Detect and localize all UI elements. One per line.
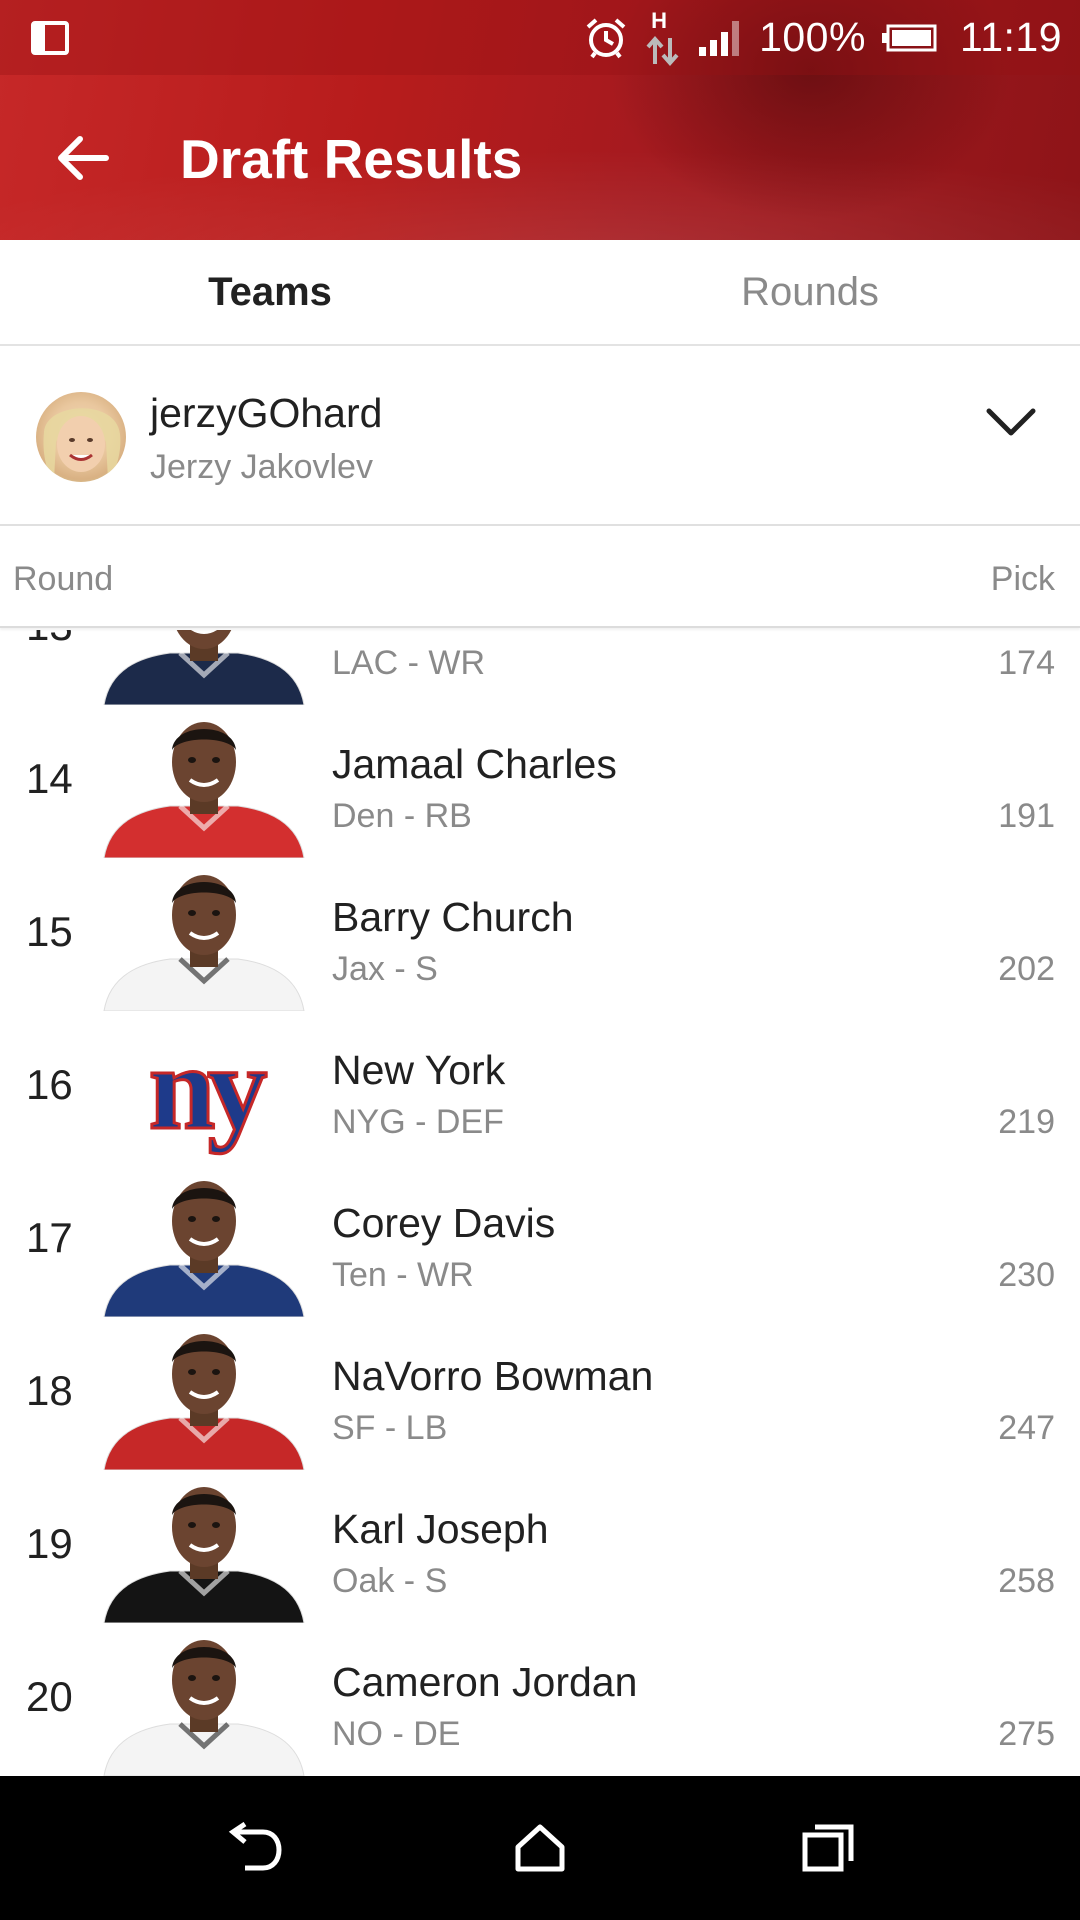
player-photo [100,863,308,1011]
player-photo [100,1628,308,1776]
player-name: Corey Davis [332,1200,556,1246]
column-round-label: Round [13,560,114,598]
nav-home-button[interactable] [505,1813,575,1883]
round-number: 13 [26,630,73,650]
list-item[interactable]: 19 Karl Joseph Oak - S 258 [0,1470,1080,1623]
pick-number: 230 [998,1256,1055,1294]
nav-back-button[interactable] [218,1813,288,1883]
player-photo [100,630,308,705]
team-username: jerzyGOhard [150,390,383,436]
chevron-down-icon[interactable] [985,405,1037,439]
list-item[interactable]: 17 Corey Davis Ten - WR 230 [0,1164,1080,1317]
clock: 11:19 [959,14,1062,60]
player-team-position: NYG - DEF [332,1103,504,1141]
round-number: 20 [26,1673,73,1720]
player-team-position: Den - RB [332,797,472,835]
list-item[interactable]: 14 Jamaal Charles Den - RB 191 [0,705,1080,858]
round-number: 17 [26,1214,73,1261]
player-name: Karl Joseph [332,1506,549,1552]
pick-number: 219 [998,1103,1055,1141]
round-number: 19 [26,1520,73,1567]
player-team-position: Ten - WR [332,1256,474,1294]
data-arrows-icon [646,35,679,66]
nav-recents-button[interactable] [793,1813,863,1883]
round-number: 18 [26,1367,73,1414]
list-item[interactable]: 20 Cameron Jordan NO - DE 275 [0,1623,1080,1776]
player-photo [100,1475,308,1623]
app-bar: Draft Results [0,75,1080,240]
player-name: Cameron Jordan [332,1659,638,1705]
tab-bar: Teams Rounds [0,240,1080,346]
pick-number: 258 [998,1562,1055,1600]
nav-home-icon [515,1824,565,1872]
round-number: 16 [26,1061,73,1108]
navigation-bar [0,1776,1080,1920]
avatar [36,392,126,482]
pick-number: 247 [998,1409,1055,1447]
round-number: 14 [26,755,73,802]
team-logo: ny [100,1016,308,1164]
tab-teams[interactable]: Teams [0,240,540,344]
network-indicator: H [643,8,683,68]
pick-number: 275 [998,1715,1055,1753]
page-title: Draft Results [180,128,523,190]
network-type: H [651,7,667,33]
round-number: 15 [26,908,73,955]
header: H 100% 11:19 Draft Results [0,0,1080,240]
screen-mirror-icon [31,21,69,55]
list-item[interactable]: 18 NaVorro Bowman SF - LB 247 [0,1317,1080,1470]
battery-percent: 100% [759,14,866,60]
battery-icon [881,24,937,51]
pick-number: 202 [998,950,1055,988]
list-item[interactable]: 15 Barry Church Jax - S 202 [0,858,1080,1011]
team-selector[interactable]: jerzyGOhard Jerzy Jakovlev [0,348,1080,526]
player-photo [100,1322,308,1470]
player-photo [100,1169,308,1317]
column-pick-label: Pick [990,560,1055,598]
player-team-position: NO - DE [332,1715,461,1753]
player-name: NaVorro Bowman [332,1353,654,1399]
player-photo [100,710,308,858]
player-name: Barry Church [332,894,574,940]
player-team-position: LAC - WR [332,644,485,682]
arrow-left-icon [58,136,109,180]
player-team-position: SF - LB [332,1409,448,1447]
player-team-position: Oak - S [332,1562,448,1600]
draft-pick-list[interactable]: 13LAC - WR17414Jamaal CharlesDen - RB191… [0,630,1080,1776]
avatar-face-icon [43,408,121,480]
list-item[interactable]: 16 ny New York NYG - DEF 219 [0,1011,1080,1164]
player-name: New York [332,1047,506,1093]
pick-number: 174 [998,644,1055,682]
signal-icon [699,20,740,56]
alarm-icon [586,17,626,58]
tab-rounds[interactable]: Rounds [540,240,1080,344]
team-owner-name: Jerzy Jakovlev [150,448,373,486]
pick-number: 191 [998,797,1055,835]
giants-logo-text: ny [149,1021,267,1154]
list-item[interactable]: 13 LAC - WR 174 [0,630,1080,705]
status-bar: H 100% 11:19 [0,0,1080,75]
nav-back-icon [228,1822,282,1871]
player-team-position: Jax - S [332,950,438,988]
back-button[interactable] [50,125,116,191]
nav-recents-icon [802,1824,854,1872]
player-name: Jamaal Charles [332,741,617,787]
column-header: Round Pick [0,528,1080,628]
